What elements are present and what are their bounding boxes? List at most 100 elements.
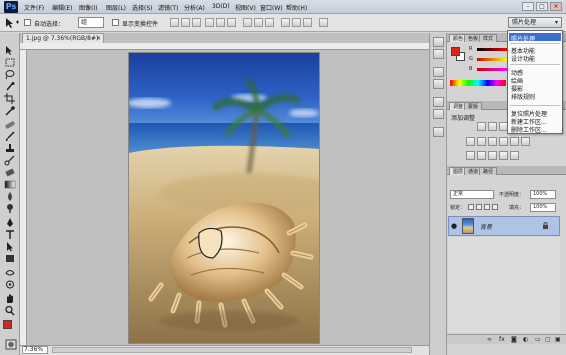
quick-mask-icon[interactable]	[5, 339, 17, 350]
actions-panel-icon[interactable]	[433, 49, 444, 59]
channel-b-slider[interactable]	[477, 68, 507, 71]
menu-filter[interactable]: 滤镜(T)	[158, 3, 178, 12]
distribute-right-icon[interactable]	[303, 18, 312, 27]
document-canvas[interactable]	[128, 52, 320, 344]
invert-icon[interactable]	[466, 151, 475, 160]
channel-r-slider[interactable]	[477, 48, 507, 51]
blur-tool[interactable]	[4, 191, 16, 202]
workspace-item-delete[interactable]: 删除工作区...	[511, 125, 547, 134]
3d-camera-tool[interactable]	[4, 279, 16, 290]
marquee-tool[interactable]	[4, 57, 16, 68]
history-brush-tool[interactable]	[4, 155, 16, 166]
adjustment-layer-icon[interactable]: ◐	[523, 336, 528, 343]
opacity-field[interactable]: 100%	[530, 190, 556, 199]
link-layers-icon[interactable]: ∞	[487, 336, 492, 343]
posterize-icon[interactable]	[477, 151, 486, 160]
channel-mixer-icon[interactable]	[521, 137, 530, 146]
tab-paths[interactable]: 路径	[479, 167, 498, 175]
color-balance-icon[interactable]	[488, 137, 497, 146]
close-button[interactable]: ×	[550, 2, 562, 11]
selective-color-icon[interactable]	[510, 151, 519, 160]
hue-saturation-icon[interactable]	[477, 137, 486, 146]
paragraph-panel-icon[interactable]	[433, 79, 444, 89]
lock-all-icon[interactable]	[492, 204, 498, 210]
move-tool[interactable]	[4, 45, 16, 56]
brightness-contrast-icon[interactable]	[477, 122, 486, 131]
add-mask-icon[interactable]: ◙	[511, 336, 517, 343]
menu-image[interactable]: 图像(I)	[79, 3, 97, 12]
quick-select-tool[interactable]	[4, 81, 16, 92]
maximize-button[interactable]: □	[536, 2, 548, 11]
lock-pixels-icon[interactable]	[476, 204, 482, 210]
workspace-item-typography[interactable]: 排版规则	[511, 92, 535, 101]
document-tab[interactable]: 1.jpg @ 7.36%(RGB/8#) ×	[22, 33, 104, 43]
channel-g-slider[interactable]	[477, 58, 507, 61]
menu-layer[interactable]: 图层(L)	[106, 3, 126, 12]
menu-edit[interactable]: 编辑(E)	[52, 3, 72, 12]
hand-tool[interactable]	[4, 293, 16, 304]
type-tool[interactable]	[4, 229, 16, 240]
tab-styles[interactable]: 样式	[479, 34, 498, 42]
lasso-tool[interactable]	[4, 69, 16, 80]
auto-select-checkbox[interactable]	[24, 19, 31, 26]
3d-rotate-tool[interactable]	[4, 267, 16, 278]
zoom-tool[interactable]	[4, 305, 16, 316]
history-panel-icon[interactable]	[433, 37, 444, 47]
menu-analysis[interactable]: 分析(A)	[184, 3, 205, 12]
path-selection-tool[interactable]	[4, 241, 16, 252]
vibrance-icon[interactable]	[466, 137, 475, 146]
menu-help[interactable]: 帮助(H)	[286, 3, 307, 12]
clone-stamp-tool[interactable]	[4, 143, 16, 154]
clone-source-panel-icon[interactable]	[433, 109, 444, 119]
align-top-icon[interactable]	[170, 18, 179, 27]
distribute-bottom-icon[interactable]	[265, 18, 274, 27]
lock-transparent-icon[interactable]	[468, 204, 474, 210]
distribute-vcenter-icon[interactable]	[254, 18, 263, 27]
menu-select[interactable]: 选择(S)	[132, 3, 153, 12]
layer-style-icon[interactable]: fx	[499, 336, 505, 343]
align-hcenter-icon[interactable]	[216, 18, 225, 27]
new-layer-icon[interactable]: ▢	[545, 336, 551, 343]
workspace-switcher[interactable]: 照片处理 ▾	[508, 17, 562, 28]
align-bottom-icon[interactable]	[192, 18, 201, 27]
tab-masks[interactable]: 蒙版	[464, 102, 483, 110]
blend-mode-select[interactable]: 正常	[450, 190, 494, 199]
distribute-left-icon[interactable]	[281, 18, 290, 27]
zoom-level-field[interactable]: 7.36%	[22, 346, 48, 354]
shape-tool[interactable]	[4, 253, 16, 264]
horizontal-scrollbar[interactable]	[52, 347, 412, 353]
crop-tool[interactable]	[4, 93, 16, 104]
new-group-icon[interactable]: ▭	[535, 336, 541, 343]
distribute-top-icon[interactable]	[243, 18, 252, 27]
close-icon[interactable]: ×	[96, 34, 101, 43]
pen-tool[interactable]	[4, 217, 16, 228]
dodge-tool[interactable]	[4, 203, 16, 214]
levels-icon[interactable]	[488, 122, 497, 131]
foreground-color-swatch[interactable]	[3, 320, 12, 329]
distribute-hcenter-icon[interactable]	[292, 18, 301, 27]
photo-filter-icon[interactable]	[510, 137, 519, 146]
gradient-map-icon[interactable]	[499, 151, 508, 160]
auto-align-icon[interactable]	[319, 18, 328, 27]
menu-3d[interactable]: 3D(D)	[212, 3, 230, 10]
align-left-icon[interactable]	[205, 18, 214, 27]
fill-field[interactable]: 100%	[530, 203, 556, 212]
eraser-tool[interactable]	[4, 167, 16, 178]
auto-select-dropdown[interactable]: 组	[78, 17, 104, 28]
info-panel-icon[interactable]	[433, 127, 444, 137]
visibility-eye-icon[interactable]: ●	[451, 222, 457, 230]
move-tool-icon[interactable]	[4, 17, 20, 29]
menu-window[interactable]: 窗口(W)	[260, 3, 283, 12]
brush-tool[interactable]	[4, 131, 16, 142]
color-spectrum-bar[interactable]	[450, 80, 506, 86]
threshold-icon[interactable]	[488, 151, 497, 160]
eyedropper-tool[interactable]	[4, 105, 16, 116]
brush-panel-icon[interactable]	[433, 97, 444, 107]
menu-file[interactable]: 文件(F)	[24, 3, 44, 12]
character-panel-icon[interactable]	[433, 67, 444, 77]
trash-icon[interactable]: ▣	[555, 336, 561, 343]
lock-position-icon[interactable]	[484, 204, 490, 210]
workspace-item-design[interactable]: 设计功能	[511, 54, 535, 63]
minimize-button[interactable]: –	[522, 2, 534, 11]
workspace-item-photo[interactable]: 照片处理	[511, 34, 535, 43]
